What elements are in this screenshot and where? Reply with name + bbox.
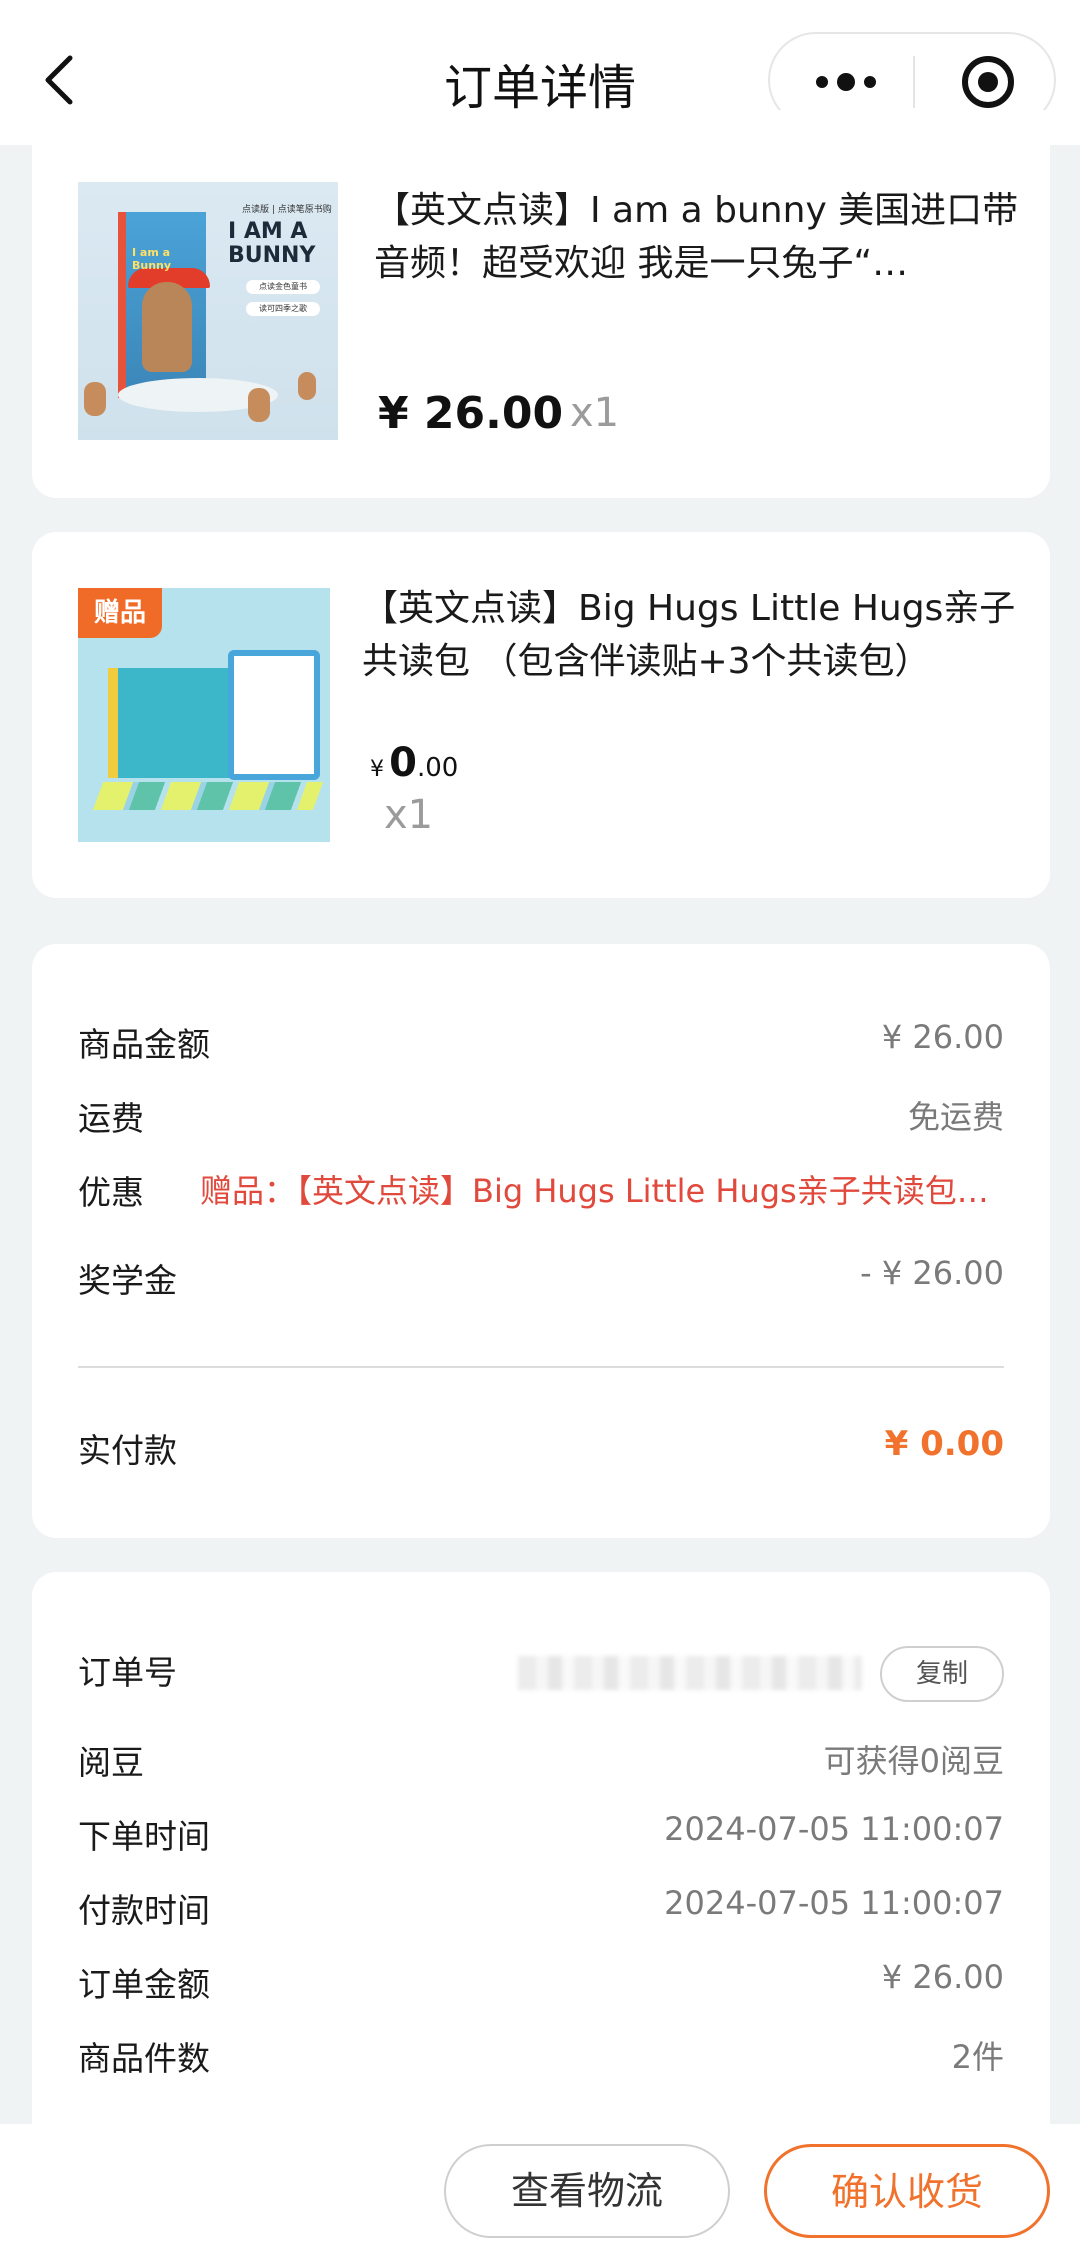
order-number-value-redacted — [518, 1656, 862, 1690]
order-amount-row: 订单金额 ¥ 26.00 — [78, 1958, 1004, 2008]
product-price: ¥ 0.00 — [370, 740, 458, 786]
reading-card-shape — [228, 650, 320, 780]
product-card[interactable]: I am a Bunny 点读版 | 点读笔原书购 I AM A BUNNY 点… — [32, 110, 1050, 498]
paid-amount-value: ¥ 0.00 — [884, 1424, 1004, 1464]
pay-time-row: 付款时间 2024-07-05 11:00:07 — [78, 1884, 1004, 1934]
more-dots-icon[interactable] — [810, 62, 882, 102]
scholarship-row: 奖学金 - ¥ 26.00 — [78, 1254, 1004, 1304]
view-logistics-button[interactable]: 查看物流 — [444, 2144, 730, 2238]
bunny-shape — [142, 282, 192, 372]
rabbit-figure — [84, 382, 106, 416]
price-integer: 0 — [389, 740, 417, 786]
product-image[interactable]: 赠品 — [78, 588, 330, 842]
product-title[interactable]: 【英文点读】Big Hugs Little Hugs亲子共读包 （包含伴读贴+3… — [362, 582, 1042, 688]
price-summary-card: 商品金额 ¥ 26.00 运费 免运费 优惠 赠品：【英文点读】Big Hugs… — [32, 944, 1050, 1538]
gift-badge: 赠品 — [78, 588, 162, 638]
paid-amount-row: 实付款 ¥ 0.00 — [78, 1424, 1004, 1474]
beans-label: 阅豆 — [78, 1743, 144, 1782]
goods-amount-value: ¥ 26.00 — [881, 1018, 1004, 1056]
product-price: ¥ 26.00 — [378, 388, 564, 439]
discount-row[interactable]: 优惠 赠品：【英文点读】Big Hugs Little Hugs亲子共读包… — [78, 1166, 1004, 1216]
image-subtitle: 点读版 | 点读笔原书购 — [242, 205, 332, 215]
item-count-row: 商品件数 2件 — [78, 2032, 1004, 2082]
order-time-row: 下单时间 2024-07-05 11:00:07 — [78, 1810, 1004, 1860]
beans-row: 阅豆 可获得0阅豆 — [78, 1736, 1004, 1786]
item-count-value: 2件 — [951, 2038, 1004, 2076]
divider — [78, 1366, 1004, 1368]
copy-button[interactable]: 复制 — [880, 1646, 1004, 1702]
book-shape — [108, 668, 238, 778]
discount-label: 优惠 — [78, 1173, 144, 1212]
target-circle-icon[interactable] — [960, 54, 1016, 110]
gift-product-card[interactable]: 赠品 【英文点读】Big Hugs Little Hugs亲子共读包 （包含伴读… — [32, 532, 1050, 898]
sticker-cards-shape — [92, 782, 324, 810]
discount-value[interactable]: 赠品：【英文点读】Big Hugs Little Hugs亲子共读包… — [200, 1166, 1000, 1212]
shipping-value: 免运费 — [907, 1098, 1004, 1136]
pay-time-label: 付款时间 — [78, 1891, 210, 1930]
product-title[interactable]: 【英文点读】I am a bunny 美国进口带音频！超受欢迎 我是一只兔子“… — [374, 184, 1034, 290]
goods-amount-row: 商品金额 ¥ 26.00 — [78, 1018, 1004, 1068]
price-decimal: .00 — [416, 753, 459, 783]
shipping-label: 运费 — [78, 1099, 144, 1138]
beans-value: 可获得0阅豆 — [823, 1742, 1004, 1780]
item-count-label: 商品件数 — [78, 2039, 210, 2078]
order-amount-value: ¥ 26.00 — [881, 1958, 1004, 1996]
order-time-label: 下单时间 — [78, 1817, 210, 1856]
scholarship-label: 奖学金 — [78, 1261, 177, 1300]
image-pill: 读可四季之歌 — [246, 302, 320, 316]
image-pill: 点读金色童书 — [246, 280, 320, 294]
book-cover: I am a Bunny — [118, 212, 210, 398]
order-amount-label: 订单金额 — [78, 1965, 210, 2004]
product-quantity: x1 — [570, 390, 620, 436]
goods-amount-label: 商品金额 — [78, 1025, 210, 1064]
order-time-value: 2024-07-05 11:00:07 — [664, 1810, 1004, 1848]
rabbit-figure — [298, 372, 316, 400]
bottom-action-bar: 查看物流 确认收货 — [0, 2124, 1080, 2253]
confirm-receipt-button[interactable]: 确认收货 — [764, 2144, 1050, 2238]
capsule-divider — [913, 56, 915, 108]
product-quantity: x1 — [384, 792, 434, 838]
order-number-label: 订单号 — [78, 1653, 177, 1692]
shipping-row: 运费 免运费 — [78, 1092, 1004, 1142]
paid-amount-label: 实付款 — [78, 1431, 177, 1470]
scholarship-value: - ¥ 26.00 — [860, 1254, 1004, 1292]
product-image[interactable]: I am a Bunny 点读版 | 点读笔原书购 I AM A BUNNY 点… — [78, 182, 338, 440]
price-currency: ¥ — [370, 757, 384, 782]
rabbit-figure — [248, 388, 270, 422]
cover-text: I am a Bunny — [132, 246, 172, 272]
pay-time-value: 2024-07-05 11:00:07 — [664, 1884, 1004, 1922]
image-big-title: I AM A BUNNY — [228, 219, 316, 268]
